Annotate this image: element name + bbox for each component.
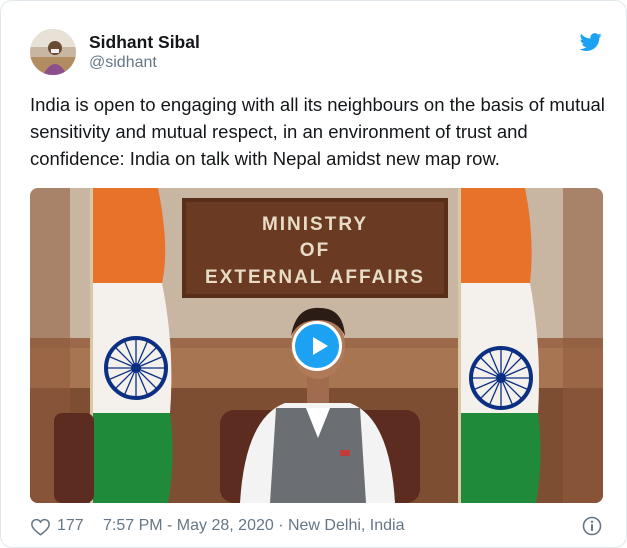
info-icon[interactable]	[582, 516, 602, 536]
tweet-text: India is open to engaging with all its n…	[30, 94, 605, 169]
left-flag	[90, 188, 173, 503]
tweet-footer: 177 7:57 PM - May 28, 2020 · New Delhi, …	[30, 516, 605, 538]
sign-line-2: OF	[300, 240, 330, 261]
play-icon[interactable]	[292, 321, 342, 371]
tweet-card: Sidhant Sibal @sidhant India is open to …	[0, 0, 627, 548]
author-handle[interactable]: @sidhant	[89, 54, 157, 72]
sign-line-1: MINISTRY	[262, 214, 368, 235]
sign-line-3: EXTERNAL AFFAIRS	[205, 267, 425, 288]
avatar-image	[30, 29, 76, 75]
tweet-timestamp[interactable]: 7:57 PM - May 28, 2020 · New Delhi, Indi…	[103, 517, 404, 535]
twitter-bird-icon[interactable]	[580, 31, 602, 53]
heart-icon[interactable]	[30, 517, 51, 536]
right-flag	[458, 188, 541, 503]
avatar[interactable]	[30, 29, 76, 75]
author-name[interactable]: Sidhant Sibal	[89, 32, 200, 53]
like-count[interactable]: 177	[57, 517, 84, 535]
video-player[interactable]: MINISTRY OF EXTERNAL AFFAIRS	[30, 188, 603, 503]
ministry-sign: MINISTRY OF EXTERNAL AFFAIRS	[182, 198, 448, 298]
